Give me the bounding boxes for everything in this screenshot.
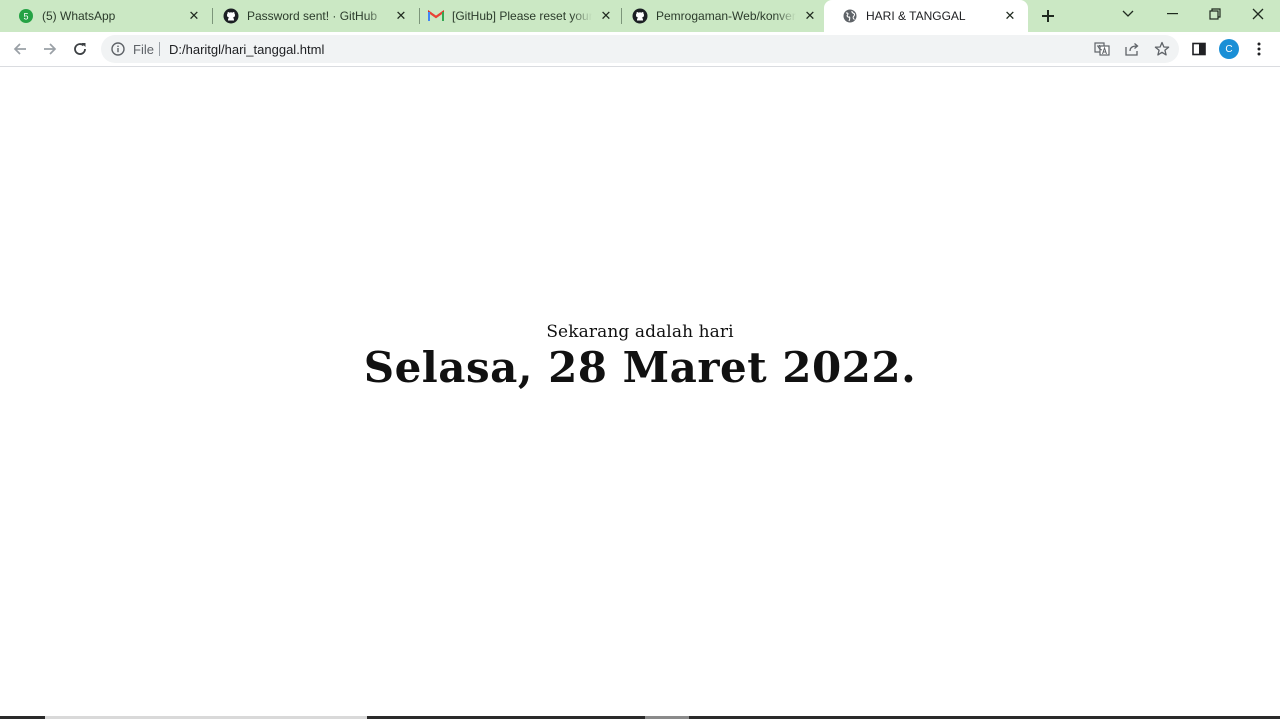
- reload-icon: [74, 43, 86, 55]
- close-icon[interactable]: ✕: [1002, 8, 1018, 24]
- tab-title: Pemrogaman-Web/konversi: [656, 9, 796, 23]
- side-panel-button[interactable]: [1187, 37, 1211, 61]
- tab-title: (5) WhatsApp: [42, 9, 116, 23]
- page-content: Sekarang adalah hari Selasa, 28 Maret 20…: [0, 67, 1280, 715]
- star-icon[interactable]: [1152, 40, 1172, 58]
- svg-text:5: 5: [23, 12, 28, 22]
- profile-button[interactable]: C: [1217, 37, 1241, 61]
- tab-whatsapp[interactable]: 5 (5) WhatsApp ✕: [0, 0, 212, 32]
- close-icon[interactable]: ✕: [186, 8, 202, 24]
- menu-button[interactable]: [1247, 37, 1271, 61]
- arrow-left-icon: [13, 43, 26, 55]
- tab-search-button[interactable]: [1106, 0, 1150, 28]
- tab-title: Password sent! · GitHub: [247, 9, 378, 23]
- new-tab-button[interactable]: [1036, 4, 1060, 28]
- tab-hari-tanggal[interactable]: HARI & TANGGAL ✕: [824, 0, 1028, 32]
- restore-button[interactable]: [1193, 0, 1237, 28]
- github-icon: [632, 8, 648, 24]
- globe-icon: [842, 8, 858, 24]
- arrow-right-icon: [44, 43, 57, 55]
- browser-toolbar: File D:/haritgl/hari_tanggal.html C: [0, 32, 1280, 67]
- info-icon[interactable]: [110, 41, 126, 57]
- intro-text: Sekarang adalah hari: [546, 322, 734, 342]
- date-heading: Selasa, 28 Maret 2022.: [363, 343, 917, 392]
- github-icon: [223, 8, 239, 24]
- side-panel-icon: [1192, 42, 1206, 56]
- tab-title: HARI & TANGGAL: [866, 9, 966, 23]
- chevron-down-icon: [1122, 10, 1134, 17]
- forward-button[interactable]: [38, 37, 62, 61]
- tab-strip: 5 (5) WhatsApp ✕ Password sent! · GitHub…: [0, 0, 1280, 32]
- minimize-icon: [1166, 13, 1178, 15]
- address-bar[interactable]: File D:/haritgl/hari_tanggal.html: [101, 35, 1179, 63]
- reload-button[interactable]: [68, 37, 92, 61]
- restore-icon: [1209, 8, 1221, 20]
- avatar: C: [1219, 39, 1239, 59]
- tab-title: [GitHub] Please reset your password: [452, 9, 592, 23]
- back-button[interactable]: [8, 37, 32, 61]
- share-icon[interactable]: [1122, 40, 1142, 58]
- close-icon: [1252, 8, 1264, 20]
- close-icon[interactable]: ✕: [598, 8, 614, 24]
- tab-gmail[interactable]: [GitHub] Please reset your password ✕: [410, 0, 624, 32]
- minimize-button[interactable]: [1150, 0, 1194, 28]
- close-icon[interactable]: ✕: [802, 8, 818, 24]
- url-scheme-label: File: [133, 42, 154, 57]
- close-window-button[interactable]: [1236, 0, 1280, 28]
- gmail-icon: [428, 8, 444, 24]
- tab-github-password[interactable]: Password sent! · GitHub ✕: [205, 0, 419, 32]
- divider: [159, 42, 160, 56]
- plus-icon: [1042, 10, 1054, 22]
- close-icon[interactable]: ✕: [393, 8, 409, 24]
- url-text[interactable]: D:/haritgl/hari_tanggal.html: [169, 42, 324, 57]
- translate-icon[interactable]: [1092, 40, 1112, 58]
- tab-github-repo[interactable]: Pemrogaman-Web/konversi ✕: [614, 0, 828, 32]
- kebab-menu-icon: [1257, 42, 1261, 56]
- whatsapp-icon: 5: [18, 8, 34, 24]
